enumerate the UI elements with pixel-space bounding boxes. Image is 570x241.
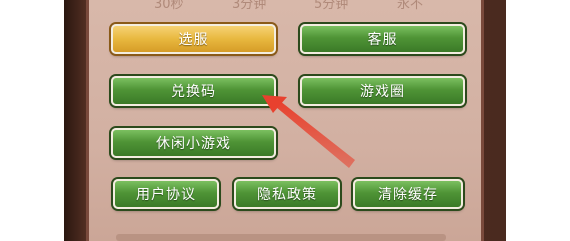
bottom-bar [116, 234, 446, 241]
annotation-arrow-icon [262, 95, 355, 168]
